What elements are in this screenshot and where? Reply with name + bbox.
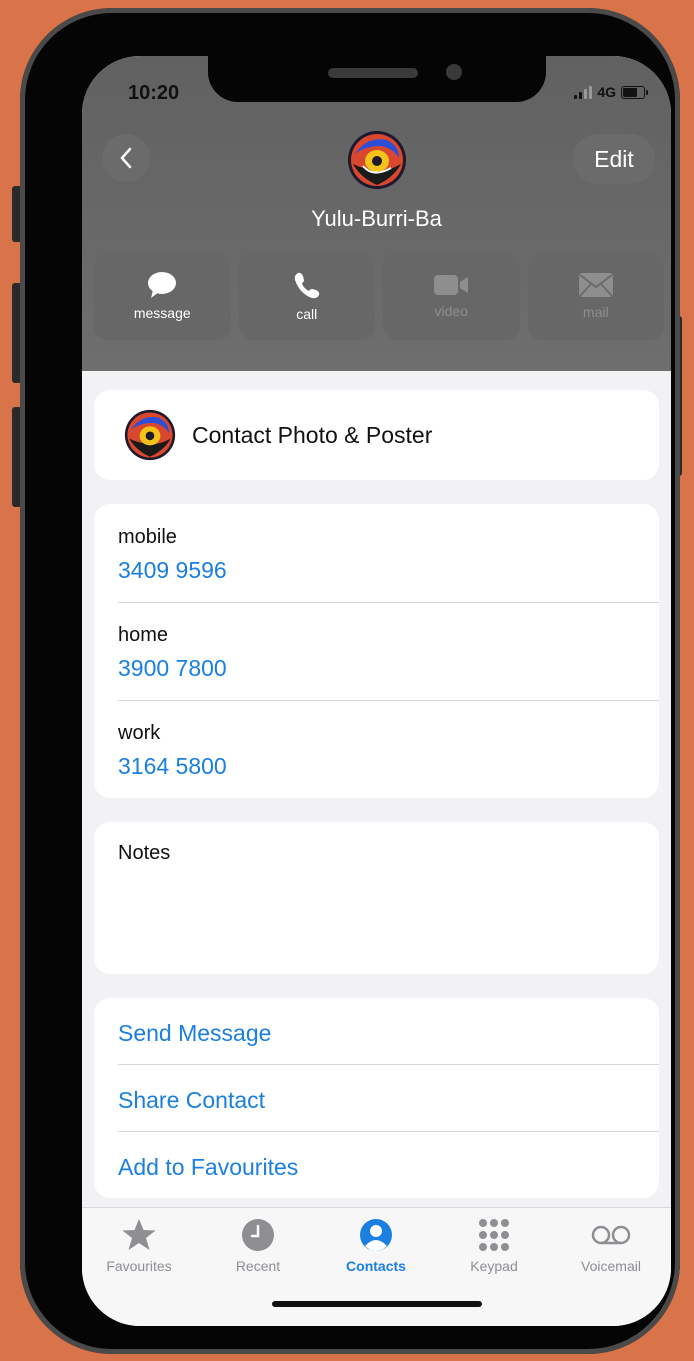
phone-type-label: work: [118, 722, 161, 744]
clock-icon: [242, 1219, 274, 1251]
phone-number-link[interactable]: 3900 7800: [118, 655, 227, 682]
notes-label: Notes: [118, 842, 171, 864]
message-bubble-icon: [148, 272, 177, 298]
tab-contacts[interactable]: Contacts: [317, 1218, 435, 1274]
keypad-icon: [479, 1219, 509, 1251]
phone-type-label: mobile: [118, 526, 177, 548]
tab-keypad[interactable]: Keypad: [435, 1218, 553, 1274]
contact-name: Yulu-Burri-Ba: [311, 206, 442, 231]
notch: [208, 56, 546, 102]
star-icon: [122, 1219, 156, 1250]
phone-frame: 10:20 4G Yulu-Burri-Ba Edit message call…: [20, 8, 680, 1354]
tab-recent[interactable]: Recent: [199, 1218, 317, 1274]
edit-button[interactable]: Edit: [573, 134, 655, 184]
share-contact-link[interactable]: Share Contact: [118, 1087, 265, 1114]
contact-avatar[interactable]: [347, 130, 407, 190]
phone-row-mobile[interactable]: mobile 3409 9596: [118, 504, 659, 602]
back-button[interactable]: [102, 134, 150, 182]
status-indicators: 4G: [574, 84, 648, 100]
divider: [118, 1131, 659, 1132]
home-indicator[interactable]: [272, 1301, 482, 1307]
tab-bar: Favourites Recent Contacts Keypad Voicem…: [82, 1207, 671, 1326]
tab-label: Keypad: [470, 1258, 518, 1274]
video-action-label: video: [434, 303, 468, 319]
video-camera-icon: [434, 275, 469, 295]
contact-header: 10:20 4G Yulu-Burri-Ba Edit message call…: [82, 56, 671, 371]
status-time: 10:20: [128, 82, 180, 104]
screen: 10:20 4G Yulu-Burri-Ba Edit message call…: [82, 56, 671, 1326]
contact-photo-poster-label: Contact Photo & Poster: [192, 422, 433, 448]
tab-label: Favourites: [106, 1258, 172, 1274]
tab-label: Contacts: [346, 1258, 406, 1274]
signal-icon: [574, 85, 593, 99]
voicemail-icon: [591, 1225, 631, 1245]
phone-numbers-card: mobile 3409 9596 home 3900 7800 work 316…: [94, 504, 659, 798]
notes-card[interactable]: Notes: [94, 822, 659, 974]
call-action-button[interactable]: call: [238, 252, 375, 340]
mail-action-button[interactable]: mail: [527, 252, 664, 340]
message-action-label: message: [133, 305, 191, 321]
contact-links-card: Send Message Share Contact Add to Favour…: [94, 998, 659, 1198]
send-message-link[interactable]: Send Message: [118, 1020, 271, 1047]
battery-icon: [621, 85, 648, 99]
envelope-icon: [578, 273, 613, 297]
tab-label: Recent: [235, 1258, 281, 1274]
message-action-button[interactable]: message: [94, 252, 231, 340]
contact-poster-avatar: [124, 409, 176, 461]
network-label: 4G: [597, 84, 616, 100]
phone-number-link[interactable]: 3164 5800: [118, 753, 227, 780]
person-circle-icon: [360, 1219, 392, 1251]
mail-action-label: mail: [582, 304, 609, 320]
phone-icon: [294, 272, 319, 299]
divider: [118, 1064, 659, 1065]
phone-row-work[interactable]: work 3164 5800: [118, 700, 659, 798]
chevron-left-icon: [120, 147, 132, 169]
tab-favourites[interactable]: Favourites: [82, 1218, 198, 1274]
phone-type-label: home: [118, 624, 169, 646]
add-to-favourites-link[interactable]: Add to Favourites: [118, 1154, 298, 1181]
quick-actions: message call video mail: [94, 252, 664, 340]
phone-number-link[interactable]: 3409 9596: [118, 557, 227, 584]
phone-row-home[interactable]: home 3900 7800: [118, 602, 659, 700]
call-action-label: call: [296, 306, 318, 322]
video-action-button[interactable]: video: [383, 252, 520, 340]
tab-label: Voicemail: [581, 1258, 641, 1274]
contact-photo-poster-row[interactable]: Contact Photo & Poster: [94, 390, 659, 480]
tab-voicemail[interactable]: Voicemail: [552, 1218, 670, 1274]
